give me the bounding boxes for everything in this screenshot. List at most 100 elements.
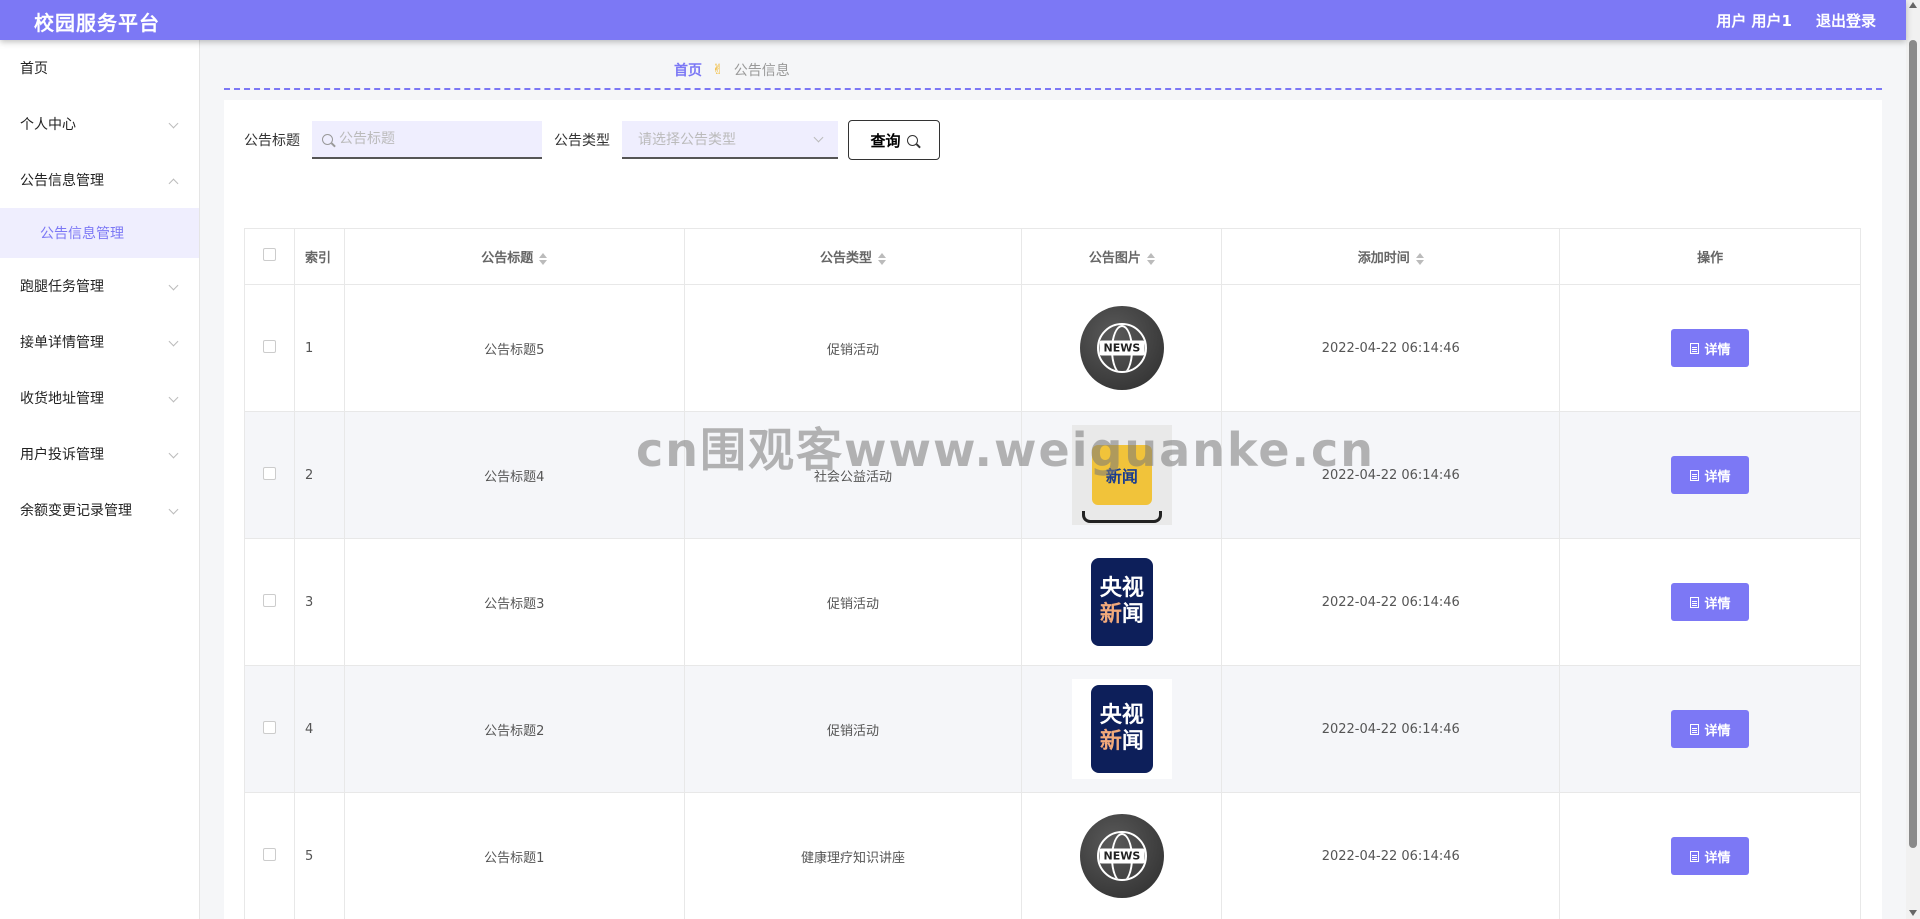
row-type: 促销活动 [683, 284, 1023, 412]
sidebar-item-label: 个人中心 [20, 117, 76, 133]
title-search-input[interactable] [339, 131, 529, 147]
document-icon [1689, 469, 1699, 481]
logout-link[interactable]: 退出登录 [1816, 10, 1876, 31]
row-time: 2022-04-22 06:14:46 [1221, 411, 1561, 539]
sidebar-item-balance-records[interactable]: 余额变更记录管理 [0, 482, 199, 538]
sidebar-item-errand-tasks[interactable]: 跑腿任务管理 [0, 258, 199, 314]
document-icon [1689, 342, 1699, 354]
chevron-down-icon [168, 392, 179, 403]
detail-button[interactable]: 详情 [1671, 329, 1750, 367]
detail-button[interactable]: 详情 [1671, 710, 1750, 748]
document-icon [1689, 723, 1699, 735]
sidebar-item-complaints[interactable]: 用户投诉管理 [0, 426, 199, 482]
chevron-down-icon [168, 448, 179, 459]
sidebar-subitem-notice-management[interactable]: 公告信息管理 [0, 208, 199, 258]
sidebar-item-notice-management[interactable]: 公告信息管理 [0, 152, 199, 208]
scroll-up-arrow-icon[interactable] [1909, 2, 1917, 8]
detail-button[interactable]: 详情 [1671, 456, 1750, 494]
row-index: 2 [293, 411, 345, 539]
search-icon [322, 133, 333, 145]
row-index: 3 [293, 538, 345, 666]
news-globe-image[interactable]: NEWS [1079, 306, 1164, 390]
breadcrumb: 首页 ✌ 公告信息 [674, 60, 790, 80]
cctv-logo: 央视 新闻 [1090, 685, 1153, 773]
sidebar-item-label: 收货地址管理 [20, 391, 104, 407]
phone-news-image[interactable]: 新闻 [1071, 425, 1172, 525]
detail-button[interactable]: 详情 [1671, 837, 1750, 875]
sidebar-item-label: 用户投诉管理 [20, 447, 104, 463]
news-globe-image[interactable]: NEWS [1079, 814, 1164, 898]
sort-icon[interactable] [1415, 252, 1424, 265]
row-checkbox[interactable] [262, 847, 276, 861]
chevron-down-icon [168, 336, 179, 347]
column-header-type[interactable]: 公告类型 [683, 228, 1023, 285]
row-checkbox[interactable] [262, 593, 276, 607]
row-index: 1 [293, 284, 345, 412]
sidebar-item-label: 公告信息管理 [20, 173, 104, 189]
table-row: 3 公告标题3 促销活动 央视 新闻 2022-04-22 06:14:46 详… [244, 538, 1861, 666]
sidebar-item-label: 公告信息管理 [40, 226, 124, 242]
column-header-time[interactable]: 添加时间 [1221, 228, 1561, 285]
content-panel: 公告标题 公告类型 请选择公告类型 查询 索引 公 [224, 100, 1882, 919]
title-search-label: 公告标题 [244, 133, 300, 149]
scroll-down-arrow-icon[interactable] [1909, 910, 1917, 916]
select-all-cell [244, 228, 295, 285]
notice-table: 索引 公告标题 公告类型 公告图片 添加时间 操作 1 公告标题5 促销活动 N… [244, 228, 1861, 919]
news-label: NEWS [1099, 848, 1145, 864]
breadcrumb-current: 公告信息 [733, 63, 790, 79]
detail-button[interactable]: 详情 [1671, 583, 1750, 621]
scrollbar-thumb[interactable] [1909, 40, 1917, 848]
sidebar-item-label: 首页 [20, 61, 48, 77]
row-title: 公告标题1 [343, 792, 685, 919]
chevron-down-icon [168, 504, 179, 515]
row-type: 促销活动 [683, 665, 1023, 793]
row-title: 公告标题5 [343, 284, 685, 412]
row-checkbox[interactable] [262, 720, 276, 734]
row-time: 2022-04-22 06:14:46 [1221, 284, 1561, 412]
column-header-image[interactable]: 公告图片 [1021, 228, 1223, 285]
row-title: 公告标题3 [343, 538, 685, 666]
vertical-scrollbar[interactable] [1906, 0, 1920, 919]
document-icon [1689, 596, 1699, 608]
document-icon [1689, 850, 1699, 862]
sidebar: 首页 个人中心 公告信息管理 公告信息管理 跑腿任务管理 接单详情管理 收货地址… [0, 40, 200, 919]
chevron-down-icon [813, 132, 824, 143]
row-title: 公告标题2 [343, 665, 685, 793]
select-all-checkbox[interactable] [262, 248, 276, 261]
table-header-row: 索引 公告标题 公告类型 公告图片 添加时间 操作 [244, 228, 1861, 285]
row-type: 社会公益活动 [683, 411, 1023, 539]
row-checkbox[interactable] [262, 466, 276, 480]
header-actions: 用户 用户1 退出登录 [1716, 10, 1876, 31]
cctv-news-image[interactable]: 央视 新闻 [1072, 552, 1172, 652]
chevron-down-icon [168, 280, 179, 291]
sidebar-item-order-details[interactable]: 接单详情管理 [0, 314, 199, 370]
table-row: 1 公告标题5 促销活动 NEWS 2022-04-22 06:14:46 详情 [244, 284, 1861, 412]
row-time: 2022-04-22 06:14:46 [1221, 538, 1561, 666]
column-header-action: 操作 [1559, 228, 1861, 285]
row-type: 健康理疗知识讲座 [683, 792, 1023, 919]
sort-icon[interactable] [539, 252, 548, 265]
divider [224, 88, 1882, 90]
sidebar-item-label: 接单详情管理 [20, 335, 104, 351]
row-title: 公告标题4 [343, 411, 685, 539]
column-header-title[interactable]: 公告标题 [343, 228, 685, 285]
cctv-news-image[interactable]: 央视 新闻 [1071, 679, 1172, 779]
phone-outline-icon [1081, 511, 1162, 523]
sidebar-item-addresses[interactable]: 收货地址管理 [0, 370, 199, 426]
sidebar-item-home[interactable]: 首页 [0, 40, 199, 96]
table-row: 2 公告标题4 社会公益活动 新闻 2022-04-22 06:14:46 详情 [244, 411, 1861, 539]
row-checkbox[interactable] [262, 339, 276, 353]
sidebar-item-profile[interactable]: 个人中心 [0, 96, 199, 152]
type-select[interactable]: 请选择公告类型 [622, 121, 838, 159]
query-button[interactable]: 查询 [848, 120, 940, 160]
search-icon [906, 134, 918, 146]
sort-icon[interactable] [878, 252, 887, 265]
current-user[interactable]: 用户 用户1 [1716, 10, 1792, 31]
news-label: NEWS [1099, 340, 1145, 356]
breadcrumb-home[interactable]: 首页 [674, 60, 702, 80]
chevron-up-icon [168, 178, 179, 189]
column-header-index: 索引 [293, 228, 345, 285]
main-content: 首页 ✌ 公告信息 公告标题 公告类型 请选择公告类型 查询 [200, 40, 1906, 919]
sort-icon[interactable] [1146, 252, 1155, 265]
title-search-field[interactable] [312, 121, 542, 159]
